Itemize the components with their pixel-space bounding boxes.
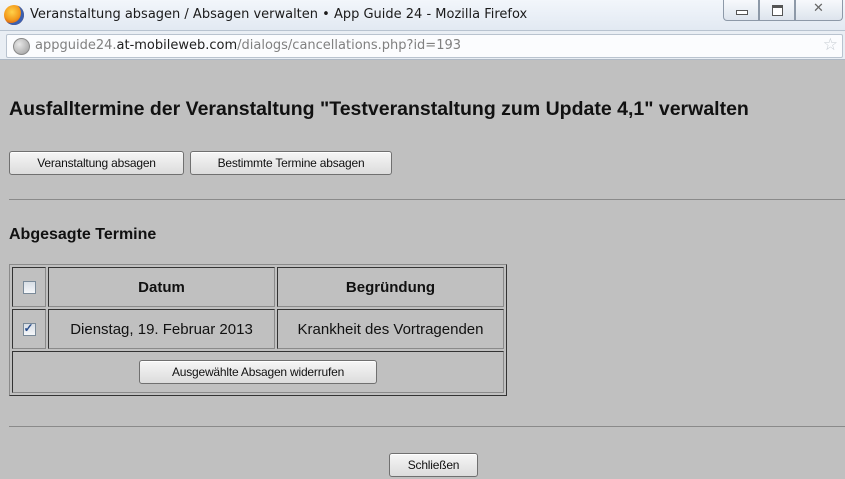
- select-all-cell: [12, 267, 46, 307]
- column-header-reason: Begründung: [277, 267, 504, 307]
- table-footer-cell: Ausgewählte Absagen widerrufen: [12, 351, 504, 393]
- divider: [9, 199, 845, 200]
- close-icon: ✕: [813, 1, 824, 16]
- window-titlebar: Veranstaltung absagen / Absagen verwalte…: [0, 0, 845, 31]
- section-title: Abgesagte Termine: [9, 226, 157, 243]
- url-field[interactable]: appguide24.at-mobileweb.com/dialogs/canc…: [6, 34, 843, 58]
- firefox-icon: [4, 5, 24, 25]
- close-button[interactable]: Schließen: [389, 453, 478, 477]
- bookmark-star-icon[interactable]: ☆: [823, 35, 838, 55]
- column-header-date: Datum: [48, 267, 275, 307]
- select-all-checkbox[interactable]: [22, 281, 36, 295]
- table-row: Dienstag, 19. Februar 2013 Krankheit des…: [12, 309, 504, 349]
- divider: [9, 426, 845, 427]
- table-footer-row: Ausgewählte Absagen widerrufen: [12, 351, 504, 393]
- table-header-row: Datum Begründung: [12, 267, 504, 307]
- url-text[interactable]: appguide24.at-mobileweb.com/dialogs/canc…: [35, 38, 461, 53]
- address-bar: appguide24.at-mobileweb.com/dialogs/canc…: [0, 31, 845, 60]
- maximize-icon: [772, 5, 783, 16]
- page-title: Ausfalltermine der Veranstaltung "Testve…: [9, 98, 749, 120]
- minimize-icon: [736, 10, 748, 15]
- cancellations-table: Datum Begründung Dienstag, 19. Februar 2…: [9, 264, 507, 396]
- maximize-button[interactable]: [759, 0, 795, 21]
- reason-cell: Krankheit des Vortragenden: [277, 309, 504, 349]
- globe-icon: [13, 38, 30, 55]
- window-controls: ✕: [723, 0, 843, 21]
- close-window-button[interactable]: ✕: [795, 0, 843, 21]
- window-title: Veranstaltung absagen / Absagen verwalte…: [30, 7, 528, 22]
- revoke-selected-button[interactable]: Ausgewählte Absagen widerrufen: [139, 360, 377, 384]
- minimize-button[interactable]: [723, 0, 759, 21]
- page-content: Ausfalltermine der Veranstaltung "Testve…: [0, 60, 845, 479]
- cancel-dates-button[interactable]: Bestimmte Termine absagen: [190, 151, 392, 175]
- row-checkbox[interactable]: [22, 321, 36, 337]
- cancel-event-button[interactable]: Veranstaltung absagen: [9, 151, 184, 175]
- date-cell: Dienstag, 19. Februar 2013: [48, 309, 275, 349]
- url-prefix: appguide24.: [35, 38, 117, 53]
- url-domain: at-mobileweb.com: [116, 38, 238, 53]
- row-select-cell: [12, 309, 46, 349]
- url-path: /dialogs/cancellations.php?id=193: [237, 38, 462, 53]
